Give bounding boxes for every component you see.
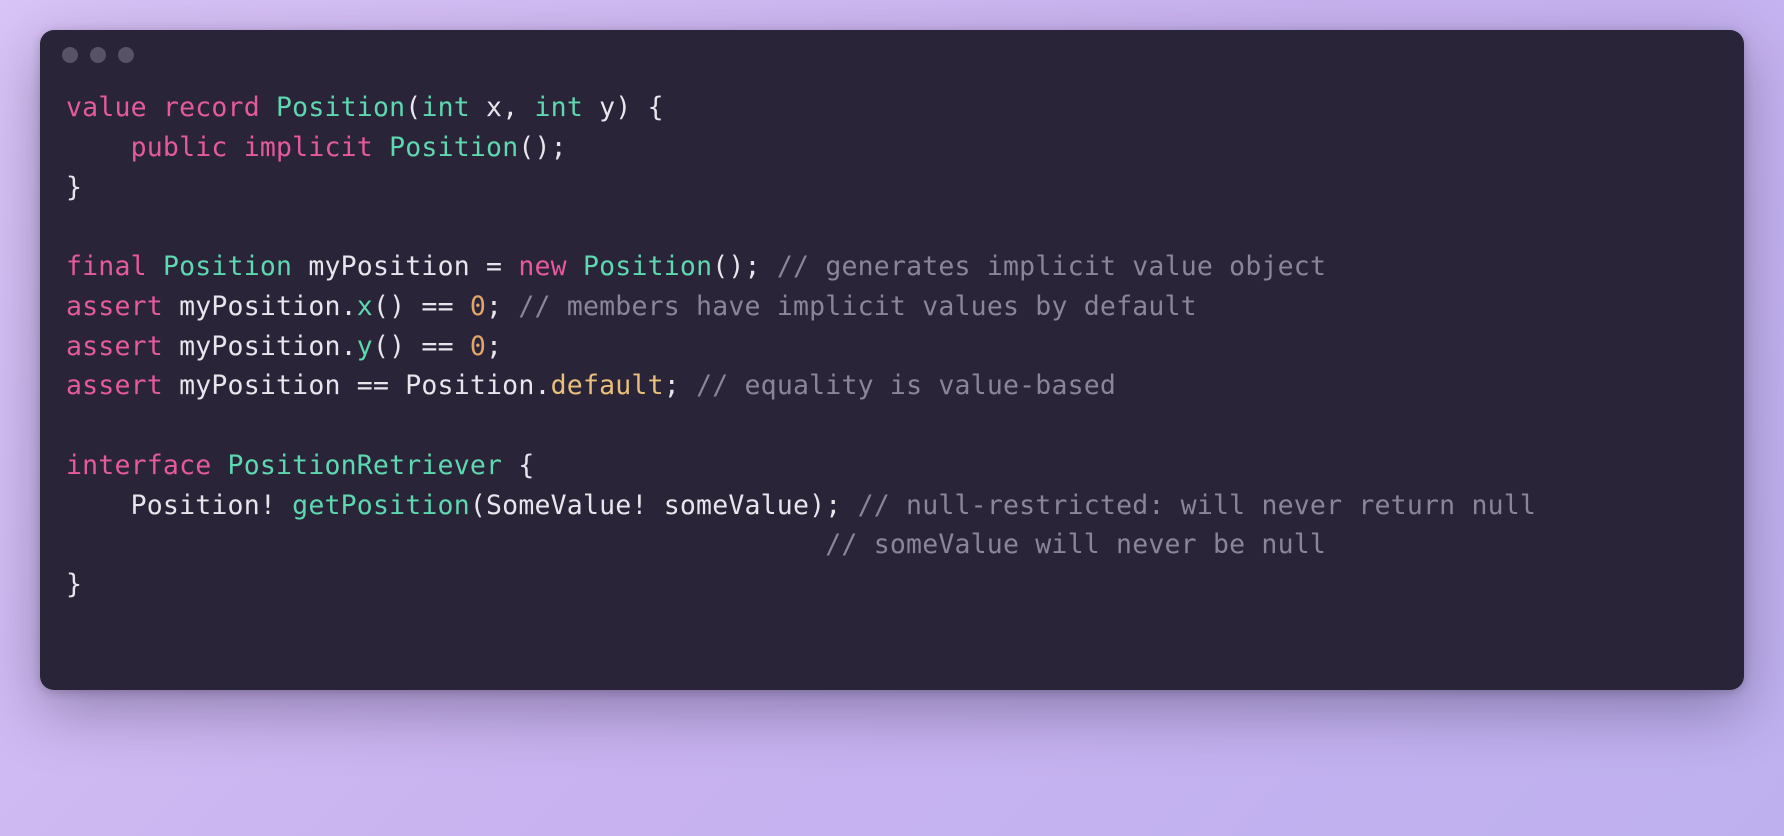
code-line-1: value record Position(int x, int y) { [66, 92, 664, 123]
traffic-light-minimize-icon[interactable] [90, 47, 106, 63]
traffic-light-zoom-icon[interactable] [118, 47, 134, 63]
traffic-light-close-icon[interactable] [62, 47, 78, 63]
code-line-10: interface PositionRetriever { [66, 450, 534, 481]
code-line-8: assert myPosition == Position.default; /… [66, 370, 1116, 401]
code-block: value record Position(int x, int y) { pu… [40, 80, 1744, 605]
code-line-13: } [66, 569, 82, 600]
code-line-5: final Position myPosition = new Position… [66, 251, 1326, 282]
code-line-3: } [66, 172, 82, 203]
code-line-7: assert myPosition.y() == 0; [66, 331, 502, 362]
code-line-2: public implicit Position(); [66, 132, 567, 163]
code-line-11: Position! getPosition(SomeValue! someVal… [66, 490, 1536, 521]
code-line-12: // someValue will never be null [66, 529, 1326, 560]
code-window: value record Position(int x, int y) { pu… [40, 30, 1744, 690]
window-titlebar [40, 30, 1744, 80]
code-line-6: assert myPosition.x() == 0; // members h… [66, 291, 1197, 322]
